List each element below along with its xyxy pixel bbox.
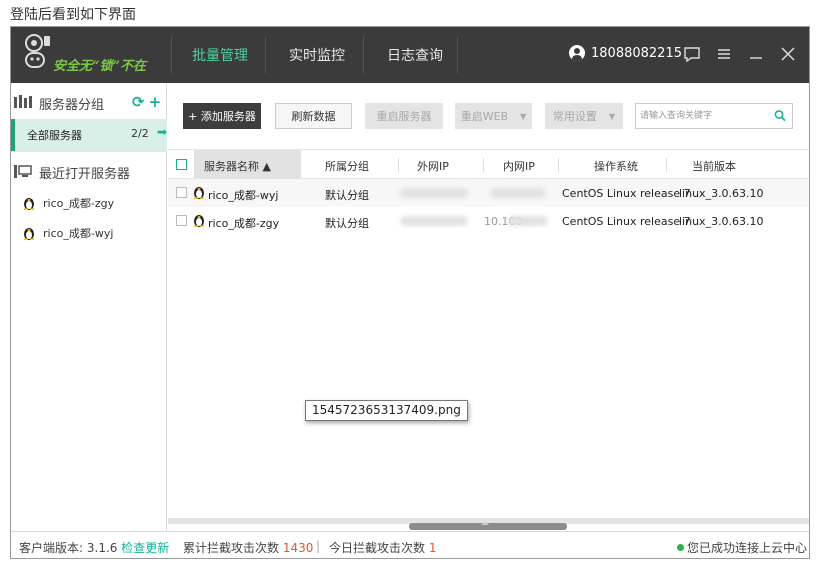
table-row[interactable]: rico_成都-zgy 默认分组 10.100 CentOS Linux rel… xyxy=(168,207,809,235)
server-rack-icon xyxy=(14,95,34,112)
monitor-icon xyxy=(14,165,32,181)
status-divider: | xyxy=(316,539,321,553)
caret-down-icon: ▼ xyxy=(608,111,616,121)
nav-divider xyxy=(363,37,364,73)
cell-group: 默认分组 xyxy=(325,189,369,202)
refresh-data-button[interactable]: 刷新数据 xyxy=(275,103,352,129)
column-internal-ip[interactable]: 内网IP xyxy=(503,158,535,174)
cell-os: CentOS Linux release 7 xyxy=(562,187,691,200)
column-external-ip[interactable]: 外网IP xyxy=(417,158,449,174)
today-blocked-label: 今日拦截攻击次数 xyxy=(329,541,426,555)
user-account[interactable]: 18088082215 xyxy=(569,45,682,61)
linux-penguin-icon xyxy=(24,198,34,210)
total-blocked: 累计拦截攻击次数 1430 xyxy=(183,539,313,556)
recent-server-item[interactable]: rico_成都-wyj xyxy=(23,225,113,241)
close-icon[interactable] xyxy=(777,43,799,65)
recent-server-item[interactable]: rico_成都-zgy xyxy=(23,195,114,211)
page-caption: 登陆后看到如下界面 xyxy=(10,7,136,23)
nav-batch-manage[interactable]: 批量管理 xyxy=(192,45,248,65)
arrow-right-icon: ➡ xyxy=(157,125,168,139)
common-settings-button[interactable]: 常用设置 ▼ xyxy=(545,103,623,129)
search-input[interactable] xyxy=(640,108,768,124)
logo-mascot-icon xyxy=(25,34,50,68)
restart-web-button[interactable]: 重启WEB ▼ xyxy=(455,103,532,129)
online-status-icon xyxy=(677,544,684,551)
check-update-link[interactable]: 检查更新 xyxy=(121,541,169,555)
redacted-external-ip xyxy=(400,216,468,226)
redacted-internal-ip xyxy=(490,188,546,198)
common-settings-label: 常用设置 xyxy=(552,110,597,123)
nav-realtime-monitor[interactable]: 实时监控 xyxy=(289,45,345,65)
add-group-icon[interactable]: + xyxy=(149,93,162,111)
today-blocked: 今日拦截攻击次数 1 xyxy=(329,539,436,556)
filename-tooltip: 1545723653137409.png xyxy=(305,400,468,421)
column-divider xyxy=(483,158,484,172)
linux-penguin-icon xyxy=(194,187,204,199)
column-group[interactable]: 所属分组 xyxy=(325,158,369,174)
refresh-icon[interactable]: ⟳ xyxy=(132,93,145,111)
recent-server-name: rico_成都-wyj xyxy=(43,227,114,240)
scroll-up-arrow-icon xyxy=(481,521,489,525)
cell-os: CentOS Linux release 7 xyxy=(562,215,691,228)
minimize-icon[interactable] xyxy=(745,43,767,65)
client-version-label: 客户端版本: xyxy=(19,541,84,555)
app-logo: 安全无“锁”不在 xyxy=(23,33,163,77)
connection-status-text: 您已成功连接上云中心 xyxy=(687,541,808,555)
row-checkbox[interactable] xyxy=(176,215,187,226)
nav-divider xyxy=(457,37,458,73)
column-os[interactable]: 操作系统 xyxy=(594,158,638,174)
recent-servers-label: 最近打开服务器 xyxy=(39,167,131,182)
table-header: 服务器名称 ▲ 所属分组 外网IP 内网IP 操作系统 当前版本 xyxy=(168,149,809,179)
column-server-name[interactable]: 服务器名称 ▲ xyxy=(204,158,271,174)
cell-server-name: rico_成都-zgy xyxy=(208,217,280,230)
nav-log-query[interactable]: 日志查询 xyxy=(387,45,443,65)
cell-server-name: rico_成都-wyj xyxy=(208,189,279,202)
row-checkbox[interactable] xyxy=(176,187,187,198)
menu-icon[interactable] xyxy=(713,43,735,65)
client-version-value: 3.1.6 xyxy=(86,541,118,555)
status-bar: 客户端版本: 3.1.6 检查更新 累计拦截攻击次数 1430 | 今日拦截攻击… xyxy=(11,531,809,558)
total-blocked-label: 累计拦截攻击次数 xyxy=(183,541,280,555)
app-window: 安全无“锁”不在 批量管理 实时监控 日志查询 18088082215 服务器分… xyxy=(10,26,810,559)
column-divider xyxy=(398,158,399,172)
linux-penguin-icon xyxy=(194,215,204,227)
server-group-header: 服务器分组 ⟳ + xyxy=(11,83,167,119)
restart-web-label: 重启WEB xyxy=(460,110,509,123)
search-icon[interactable] xyxy=(774,109,786,123)
total-blocked-count: 1430 xyxy=(282,541,314,555)
recent-server-name: rico_成都-zgy xyxy=(43,197,115,210)
redacted-internal-ip xyxy=(508,216,548,226)
all-servers-label: 全部服务器 xyxy=(27,129,82,142)
nav-divider xyxy=(171,37,172,73)
title-bar: 安全无“锁”不在 批量管理 实时监控 日志查询 18088082215 xyxy=(11,27,809,83)
recent-servers-header: 最近打开服务器 xyxy=(11,151,167,187)
cell-version: linux_3.0.63.10 xyxy=(679,187,764,200)
sidebar: 服务器分组 ⟳ + 全部服务器 2/2 ➡ 最近打开服务器 rico_成都-zg… xyxy=(11,83,167,531)
connection-status: 您已成功连接上云中心 xyxy=(677,539,807,556)
nav-divider xyxy=(265,37,266,73)
redacted-external-ip xyxy=(400,188,468,198)
sidebar-item-all-servers[interactable]: 全部服务器 2/2 ➡ xyxy=(11,119,167,151)
all-servers-count: 2/2 xyxy=(131,127,149,140)
column-divider xyxy=(558,158,559,172)
client-version: 客户端版本: 3.1.6 检查更新 xyxy=(19,539,169,556)
restart-server-button[interactable]: 重启服务器 xyxy=(365,103,443,129)
server-group-label: 服务器分组 xyxy=(39,98,105,113)
column-version[interactable]: 当前版本 xyxy=(692,158,736,174)
user-avatar-icon xyxy=(569,45,585,61)
column-divider xyxy=(666,158,667,172)
table-row[interactable]: rico_成都-wyj 默认分组 CentOS Linux release 7 … xyxy=(168,179,809,207)
chat-icon[interactable] xyxy=(681,43,703,65)
user-phone: 18088082215 xyxy=(591,45,682,61)
logo-slogan: 安全无“锁”不在 xyxy=(53,59,146,74)
caret-down-icon: ▼ xyxy=(520,111,527,121)
select-all-checkbox[interactable] xyxy=(176,159,187,170)
search-box xyxy=(635,103,793,129)
cell-group: 默认分组 xyxy=(325,217,369,230)
linux-penguin-icon xyxy=(24,228,34,240)
cell-version: linux_3.0.63.10 xyxy=(679,215,764,228)
today-blocked-count: 1 xyxy=(428,541,437,555)
group-actions: ⟳ + xyxy=(132,93,161,111)
add-server-button[interactable]: + 添加服务器 xyxy=(183,103,261,129)
